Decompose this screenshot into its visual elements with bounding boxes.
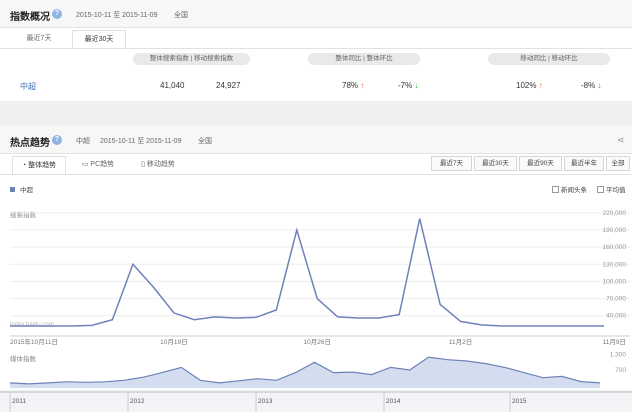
media-y-tick-label: 1,300: [610, 352, 627, 359]
x-tick-label: 11月2日: [449, 338, 472, 346]
x-tick-label: 10月26日: [304, 338, 331, 346]
y-tick-label: 70,000: [606, 296, 626, 303]
y-tick-label: 100,000: [603, 278, 627, 285]
y-tick-label: 130,000: [603, 261, 627, 268]
navigator-strip: [0, 390, 632, 412]
y-tick-label: 160,000: [603, 244, 627, 251]
series-line-zhongchao: [10, 218, 604, 327]
navigator-year-label: 2012: [130, 398, 145, 405]
x-tick-label: 2015年10月11日: [10, 337, 58, 346]
y-tick-label: 40,000: [606, 313, 626, 320]
x-tick-label: 10月19日: [160, 338, 187, 346]
media-area-fill: [10, 357, 600, 388]
navigator-year-label: 2015: [512, 398, 527, 405]
trend-charts: 220,000 190,000 160,000 130,000 100,000 70,00…: [0, 210, 632, 412]
y-tick-label: 190,000: [603, 227, 627, 234]
navigator-year-label: 2011: [12, 398, 26, 405]
y-tick-label: 220,000: [603, 210, 627, 217]
navigator-year-label: 2013: [258, 398, 273, 405]
navigator-year-label: 2014: [386, 398, 401, 405]
media-y-tick-label: 700: [615, 367, 626, 374]
x-tick-label: 11月9日: [603, 338, 626, 346]
